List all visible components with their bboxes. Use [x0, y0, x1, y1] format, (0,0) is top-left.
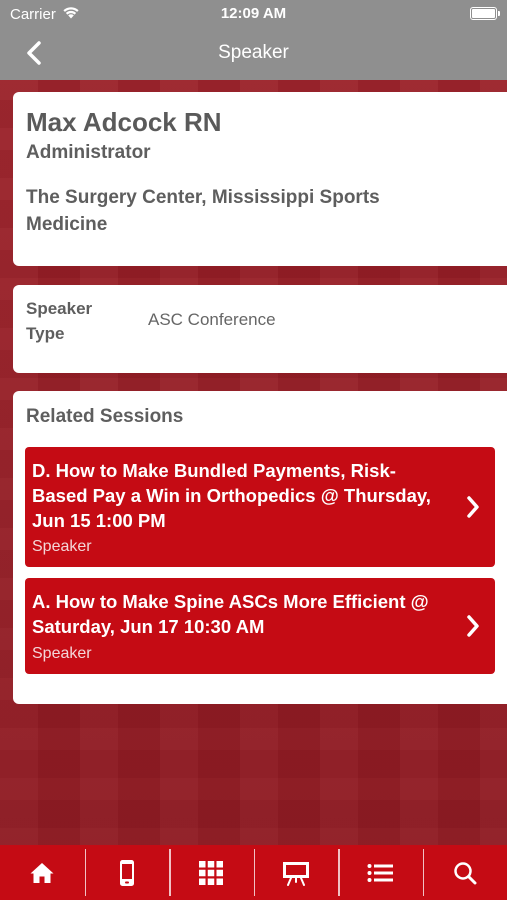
status-time: 12:09 AM [220, 5, 287, 22]
tab-list[interactable] [338, 845, 423, 900]
speaker-type-value: ASC Conference [148, 310, 276, 329]
session-item[interactable]: A. How to Make Spine ASCs More Efficient… [25, 578, 495, 674]
phone-icon [119, 859, 134, 886]
session-role: Speaker [32, 645, 92, 662]
chevron-right-icon [467, 615, 479, 637]
presentation-icon [282, 861, 309, 886]
speaker-role: Administrator [26, 142, 151, 163]
tab-presentation[interactable] [253, 845, 339, 900]
page-title: Speaker [218, 42, 289, 63]
chevron-right-icon [467, 496, 479, 518]
tab-home[interactable] [0, 845, 85, 900]
tab-bar [0, 845, 507, 900]
list-icon [367, 863, 394, 882]
speaker-organization: The Surgery Center, Mississippi Sports M… [26, 187, 380, 235]
tab-phone[interactable] [84, 845, 170, 900]
related-sessions-title: Related Sessions [26, 406, 184, 427]
battery-icon [470, 7, 500, 20]
session-item[interactable]: D. How to Make Bundled Payments, Risk-Ba… [25, 447, 495, 567]
speaker-name: Max Adcock RN [26, 107, 222, 137]
status-bar: Carrier 12:09 AM [0, 0, 507, 28]
home-icon [30, 862, 54, 883]
grid-icon [199, 860, 224, 885]
tab-grid[interactable] [169, 845, 254, 900]
top-bar: Carrier 12:09 AM Speaker [0, 0, 507, 80]
session-role: Speaker [32, 538, 92, 555]
speaker-type-label: Speaker Type [26, 299, 93, 343]
speaker-info-card: Max Adcock RN Administrator The Surgery … [13, 92, 507, 266]
search-icon [454, 861, 477, 884]
related-sessions-card: Related Sessions D. How to Make Bundled … [13, 391, 507, 704]
session-title: D. How to Make Bundled Payments, Risk-Ba… [32, 460, 431, 531]
speaker-details-card: Speaker Type ASC Conference [13, 285, 507, 373]
session-title: A. How to Make Spine ASCs More Efficient… [32, 591, 429, 637]
tab-search[interactable] [422, 845, 507, 900]
navigation-bar: Speaker [0, 30, 507, 78]
